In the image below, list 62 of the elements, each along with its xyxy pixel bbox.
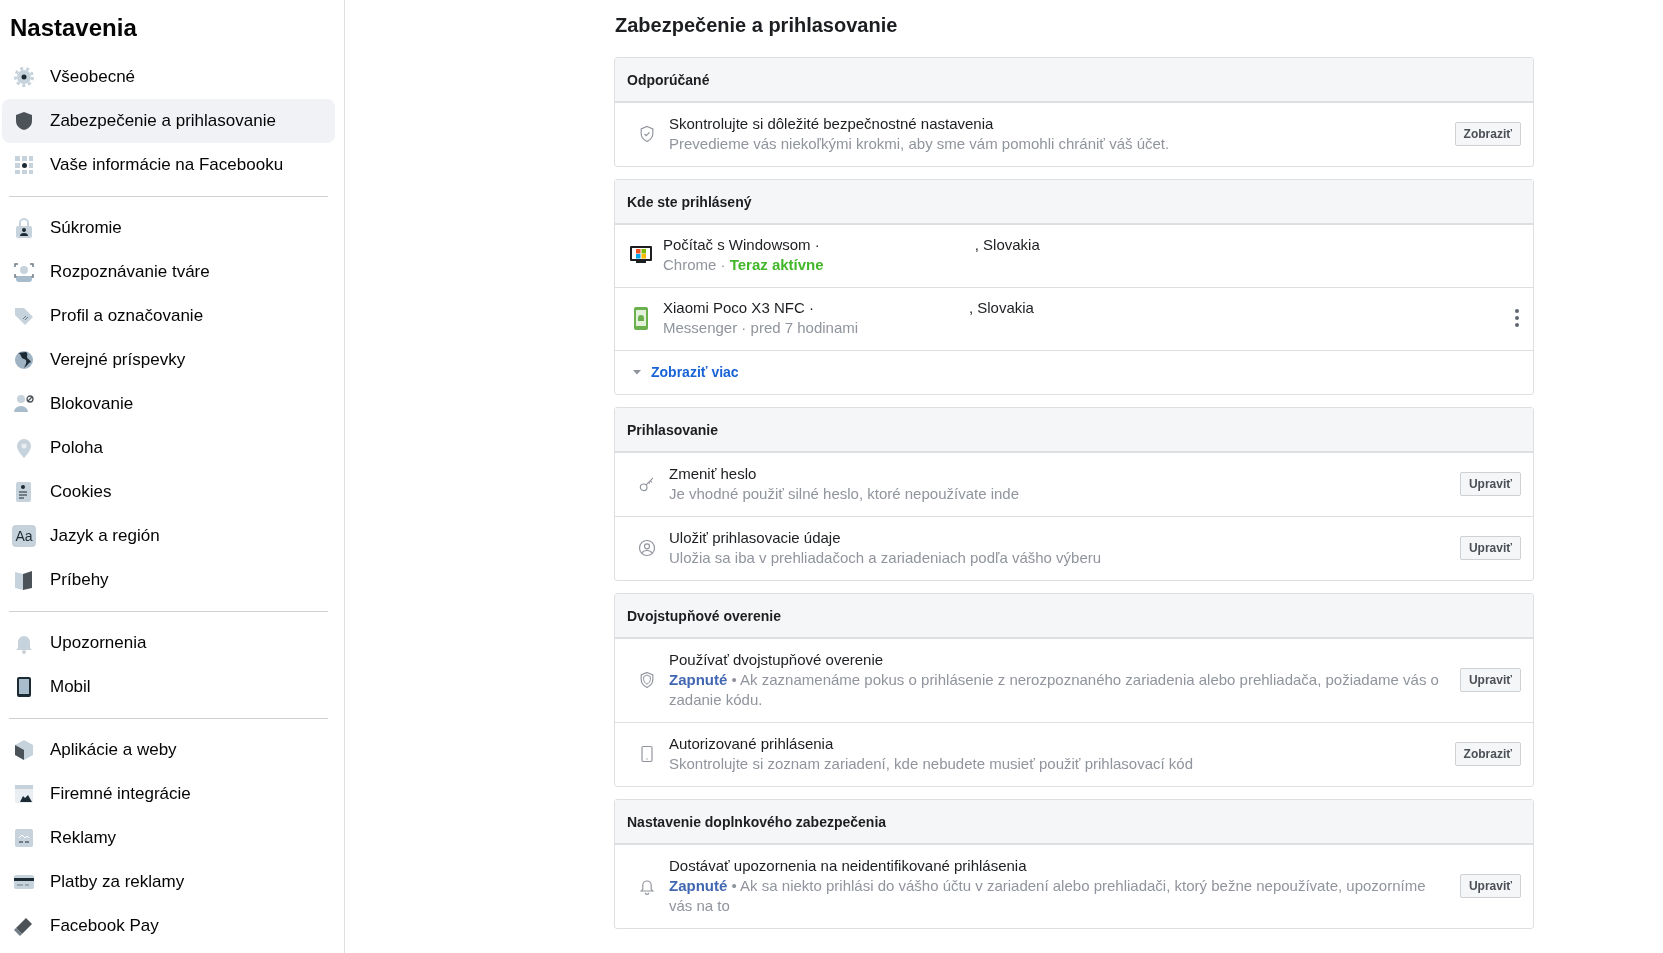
sidebar-item[interactable]: Upozornenia: [2, 621, 335, 665]
edit-button[interactable]: Upraviť: [1459, 536, 1521, 560]
card-header: Nastavenie doplnkového zabezpečenia: [615, 800, 1533, 844]
sidebar-item[interactable]: Poloha: [2, 426, 335, 470]
view-button[interactable]: Zobraziť: [1454, 742, 1521, 766]
edit-button[interactable]: Upraviť: [1459, 874, 1521, 898]
user-circle-icon: [637, 538, 657, 558]
sidebar-item[interactable]: Zabezpečenie a prihlasovanie: [2, 99, 335, 143]
session-app: Chrome ·: [663, 256, 726, 273]
sidebar-item[interactable]: Reklamy: [2, 816, 335, 860]
sidebar-item[interactable]: Mobil: [2, 665, 335, 709]
settings-title: Nastavenia: [10, 14, 138, 42]
sidebar-item[interactable]: Verejné príspevky: [2, 338, 335, 382]
setting-title: Skontrolujte si dôležité bezpečnostné nastavenia: [669, 114, 995, 134]
globe-icon: [12, 348, 36, 372]
setting-description: Prevedieme vás niekoľkými krokmi, aby sme vám pomohli chrániť váš účet.: [669, 134, 1171, 154]
sidebar-item[interactable]: Cookies: [2, 470, 335, 514]
sidebar-item[interactable]: Firemné integrácie: [2, 772, 335, 816]
setting-description: Skontrolujte si zoznam zariadení, kde nebudete musieť použiť prihlasovací kód: [669, 754, 1195, 774]
card-header: Kde ste prihlásený: [615, 180, 1533, 224]
grid-icon: [12, 153, 36, 177]
session-app: Messenger ·: [663, 319, 747, 336]
setting-description: Je vhodné použiť silné heslo, ktoré nepoužívate inde: [669, 484, 1021, 504]
device-name: Xiaomi Poco X3 NFC ·: [663, 298, 814, 318]
setting-description: Zapnuté • Ak sa niekto prihlási do vášho účtu v zariadení alebo prehliadači, ktorý bežne nepoužívate, upozorníme vás na to: [669, 876, 1427, 916]
session-activity: pred 7 hodinami: [750, 319, 859, 336]
setting-description: Zapnuté • Ak zaznamenáme pokus o prihlásenie z nerozpoznaného zariadenia alebo prehliadača, požiadame vás o zadanie kódu.: [669, 670, 1440, 710]
picture-icon: [12, 826, 36, 850]
setting-title: Autorizované prihlásenia: [669, 734, 835, 754]
sidebar-item[interactable]: Všeobecné: [2, 55, 335, 99]
sidebar-item[interactable]: Facebook Pay: [2, 904, 335, 948]
sidebar-item[interactable]: Aa Jazyk a región: [2, 514, 335, 558]
sidebar-item[interactable]: Rozpoznávanie tváre: [2, 250, 335, 294]
more-options-icon[interactable]: [1513, 308, 1521, 328]
page-title: Zabezpečenie a prihlasovanie: [615, 14, 899, 37]
card-header: Odporúčané: [615, 58, 1533, 102]
edit-button[interactable]: Upraviť: [1459, 668, 1521, 692]
setting-title: Zmeniť heslo: [669, 464, 758, 484]
view-button[interactable]: Zobraziť: [1454, 122, 1521, 146]
sidebar-item[interactable]: Aplikácie a weby: [2, 728, 335, 772]
sidebar-item[interactable]: Profil a označovanie: [2, 294, 335, 338]
edit-button[interactable]: Upraviť: [1459, 472, 1521, 496]
session-location: , Slovakia: [974, 235, 1040, 255]
session-location: , Slovakia: [968, 298, 1034, 318]
cube-icon: [12, 738, 36, 762]
card-header: Dvojstupňové overenie: [615, 594, 1533, 638]
gear-icon: [12, 65, 36, 89]
setting-title: Uložiť prihlasovacie údaje: [669, 528, 842, 548]
device-name: Počítač s Windowsom ·: [663, 235, 820, 255]
sidebar-item[interactable]: Blokovanie: [2, 382, 335, 426]
setting-title: Používať dvojstupňové overenie: [669, 650, 885, 670]
sidebar-item[interactable]: Platby za reklamy: [2, 860, 335, 904]
setting-title: Dostávať upozornenia na neidentifikované prihlásenia: [669, 856, 1028, 876]
show-more-link[interactable]: Zobraziť viac: [651, 364, 739, 380]
face-scan-icon: [12, 260, 36, 284]
session-activity: Teraz aktívne: [729, 256, 824, 273]
sidebar-item[interactable]: Súkromie: [2, 206, 335, 250]
card-header: Prihlasovanie: [615, 408, 1533, 452]
sidebar-item[interactable]: Príbehy: [2, 558, 335, 602]
setting-description: Uložia sa iba v prehliadačoch a zariadeniach podľa vášho výberu: [669, 548, 1103, 568]
sidebar-item[interactable]: Vaše informácie na Facebooku: [2, 143, 335, 187]
language-icon: Aa: [12, 525, 36, 547]
